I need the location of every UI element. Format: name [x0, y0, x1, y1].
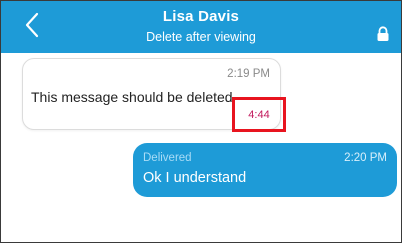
message-text: This message should be deleted	[31, 89, 233, 105]
message-timestamp: 2:19 PM	[227, 68, 270, 80]
message-timestamp: 2:20 PM	[344, 152, 387, 164]
chat-mode-subtitle: Delete after viewing	[146, 30, 256, 44]
self-destruct-countdown: 4:44	[248, 109, 270, 121]
delivery-status: Delivered	[143, 152, 192, 164]
contact-name: Lisa Davis	[162, 8, 240, 25]
countdown-highlight-box: 4:44	[232, 97, 286, 132]
message-text: Ok I understand	[143, 170, 247, 186]
chat-header: Lisa Davis Delete after viewing	[1, 1, 401, 53]
outgoing-message-bubble[interactable]: Delivered 2:20 PM Ok I understand	[133, 143, 397, 197]
chat-screen: Lisa Davis Delete after viewing 2:19 PM …	[0, 0, 402, 243]
lock-icon	[376, 26, 390, 42]
